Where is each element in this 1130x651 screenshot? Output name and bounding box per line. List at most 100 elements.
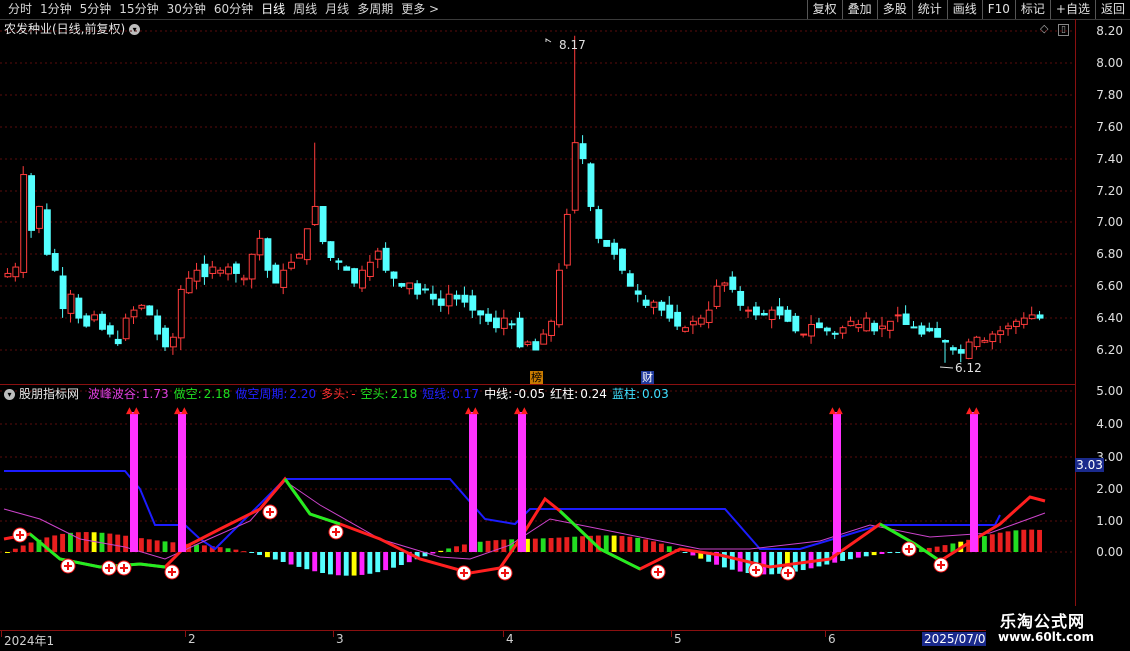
price-tick-7: 6.80 <box>1096 247 1123 261</box>
candle-up <box>697 317 705 325</box>
indicator-title-bar: ▾ 股朋指标网 波峰波谷: 1.73 做空: 2.18 做空周期: 2.20 多头: - 空头: 2… <box>4 386 674 402</box>
tab-period-3[interactable]: 15分钟 <box>115 0 162 19</box>
candle-down <box>666 304 674 319</box>
candle-down <box>390 271 398 279</box>
indicator-item-value: 2.18 <box>390 387 418 401</box>
action-button-8[interactable]: 返回 <box>1094 0 1130 19</box>
tab-period-7[interactable]: 周线 <box>289 0 321 19</box>
candle-up <box>997 330 1005 336</box>
histogram-bar <box>729 552 735 570</box>
candle-up <box>248 253 256 280</box>
histogram-bar <box>438 550 444 552</box>
histogram-bar <box>446 548 452 552</box>
period-line <box>4 470 1001 551</box>
indicator-item-value: 0.24 <box>580 387 607 401</box>
histogram-bar <box>619 535 625 552</box>
candle-down <box>162 327 169 348</box>
chart-canvas[interactable]: ▲▲ ▲▲ ▲▲ ▲▲ ▲▲ ▲▲ <box>0 19 1075 630</box>
date-tick <box>1 631 2 637</box>
tab-period-2[interactable]: 5分钟 <box>76 0 116 19</box>
action-button-0[interactable]: 复权 <box>806 0 842 19</box>
candle-down <box>28 175 36 231</box>
candle-up <box>225 266 232 275</box>
date-tick <box>333 631 334 637</box>
candle-down <box>760 313 768 316</box>
histogram-bar <box>107 533 113 552</box>
candle-up <box>540 333 548 345</box>
candle-up <box>1028 314 1036 320</box>
candle-up <box>894 314 902 317</box>
candle-down <box>264 238 272 271</box>
tab-period-4[interactable]: 30分钟 <box>163 0 210 19</box>
indicator-item-2: 做空周期: 2.20 <box>235 387 316 401</box>
indicator-item-label: 做空: <box>173 387 202 401</box>
candle-down <box>485 313 492 322</box>
candle-up <box>548 320 556 336</box>
histogram-bar <box>257 552 262 555</box>
histogram-bar <box>981 536 987 552</box>
tag-rank[interactable]: 榜 <box>530 371 543 384</box>
histogram-bar <box>895 552 901 553</box>
histogram-bar <box>12 548 18 552</box>
indicator-item-value: - <box>351 387 356 401</box>
candle-down <box>422 288 429 291</box>
histogram-bar <box>855 552 861 558</box>
histogram-bar <box>5 552 10 553</box>
indicator-item-value: 0.17 <box>452 387 480 401</box>
histogram-bar <box>1029 529 1035 552</box>
candle-down <box>752 306 760 316</box>
action-button-6[interactable]: 标记 <box>1014 0 1050 19</box>
candle-up <box>800 333 808 336</box>
histogram-bar <box>320 552 326 573</box>
candle-up <box>981 339 989 343</box>
candle-down <box>272 264 280 284</box>
histogram-bar <box>934 546 940 552</box>
histogram-bar <box>603 535 609 552</box>
histogram-bar <box>328 552 333 575</box>
action-button-3[interactable]: 统计 <box>911 0 947 19</box>
watermark-title: 乐淘公式网 <box>1000 612 1086 631</box>
candle-down <box>453 294 461 300</box>
candle-down <box>516 317 524 348</box>
candle-down <box>642 299 650 306</box>
tab-period-1[interactable]: 1分钟 <box>36 0 76 19</box>
signal-pillar <box>469 412 477 552</box>
histogram-bar <box>241 551 247 553</box>
candle-down <box>114 338 122 345</box>
tab-period-8[interactable]: 月线 <box>321 0 353 19</box>
indicator-menu-chevron-icon[interactable]: ▾ <box>4 389 15 400</box>
tab-period-10[interactable]: 更多 > <box>397 0 443 19</box>
histogram-bar <box>60 533 66 552</box>
candle-down <box>492 317 500 329</box>
tab-period-0[interactable]: 分时 <box>4 0 36 19</box>
histogram-bar <box>643 539 649 552</box>
candle-down <box>43 209 51 255</box>
candle-up <box>122 317 130 340</box>
candle-up <box>406 282 414 290</box>
date-label-5: 6 <box>828 632 836 646</box>
action-button-7[interactable]: +自选 <box>1049 0 1095 19</box>
tag-finance[interactable]: 财 <box>641 371 654 384</box>
action-button-4[interactable]: 画线 <box>946 0 982 19</box>
indicator-item-4: 空头: 2.18 <box>361 387 418 401</box>
action-button-1[interactable]: 叠加 <box>841 0 877 19</box>
candle-down <box>51 253 59 271</box>
signal-marker: ▲▲ <box>966 406 980 416</box>
indicator-item-label: 空头: <box>360 387 389 401</box>
tab-period-6[interactable]: 日线 <box>257 0 289 19</box>
candle-up <box>138 304 146 309</box>
signal-marker: ▲▲ <box>829 406 843 416</box>
indicator-item-value: 0.03 <box>641 387 669 401</box>
action-button-2[interactable]: 多股 <box>876 0 912 19</box>
indicator-tick-3: 2.00 <box>1096 482 1123 496</box>
indicator-item-value: 2.20 <box>289 387 317 401</box>
tab-period-9[interactable]: 多周期 <box>353 0 397 19</box>
candle-down <box>343 266 351 271</box>
action-button-5[interactable]: F10 <box>981 0 1015 19</box>
histogram-bar <box>20 545 26 552</box>
histogram-bar <box>28 542 34 552</box>
tab-period-5[interactable]: 60分钟 <box>210 0 257 19</box>
candle-down <box>59 275 67 310</box>
candle-down <box>154 315 162 335</box>
candle-up <box>4 272 12 278</box>
